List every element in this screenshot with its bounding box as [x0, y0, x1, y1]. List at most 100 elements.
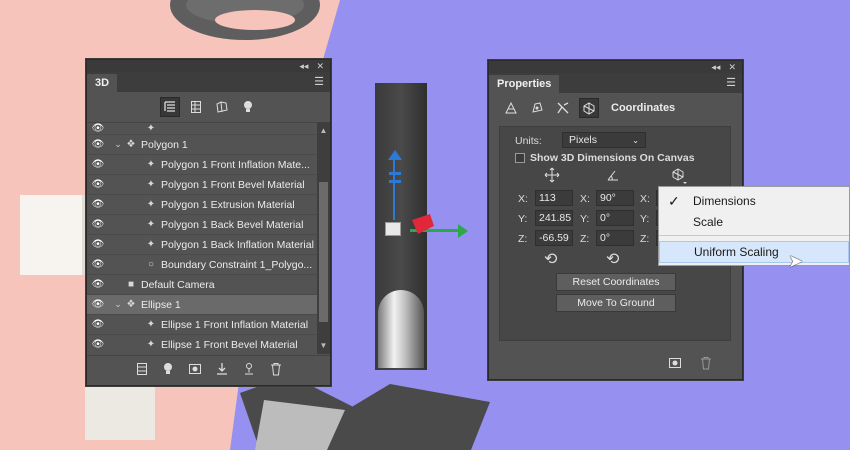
whole-scene-filter-icon[interactable]: [159, 97, 180, 117]
units-dropdown[interactable]: Pixels ⌄: [562, 132, 646, 148]
material-icon: ✦: [146, 319, 156, 330]
position-z-field[interactable]: -66.59: [535, 230, 573, 246]
deform-properties-icon[interactable]: [527, 98, 547, 118]
tab-properties[interactable]: Properties: [489, 75, 560, 93]
scale-y-label: Y:: [640, 213, 650, 225]
panel-menu-icon[interactable]: ☰: [726, 76, 736, 89]
layer-label: Polygon 1 Extrusion Material: [161, 198, 295, 211]
layer-row[interactable]: 👁 ✦ Polygon 1 Back Bevel Material: [87, 215, 317, 235]
meshes-filter-icon[interactable]: [186, 97, 206, 117]
show-dimensions-checkbox[interactable]: [515, 153, 525, 163]
visibility-eye-icon[interactable]: 👁: [87, 179, 109, 190]
rotation-z-label: Z:: [580, 233, 590, 245]
tab-3d[interactable]: 3D: [87, 74, 118, 92]
move-to-ground-button[interactable]: Move To Ground: [556, 294, 676, 312]
collapse-icon[interactable]: ◂◂: [711, 62, 720, 73]
add-constraint-icon[interactable]: [242, 362, 256, 379]
layer-label: Polygon 1 Back Bevel Material: [161, 218, 304, 231]
layer-row[interactable]: 👁 ○ Boundary Constraint 1_Polygo...: [87, 255, 317, 275]
materials-filter-icon[interactable]: [212, 97, 232, 117]
rotation-x-field[interactable]: 90°: [596, 190, 634, 206]
material-icon: ✦: [146, 219, 156, 230]
properties-iconbar: Coordinates: [489, 93, 742, 123]
layer-label: Ellipse 1: [141, 298, 181, 311]
visibility-eye-icon[interactable]: 👁: [87, 199, 109, 210]
scroll-up-icon[interactable]: ▲: [317, 126, 330, 135]
panel-topbar: ◂◂ ✕: [87, 60, 330, 72]
layer-list-scrollbar[interactable]: ▲ ▼: [317, 122, 330, 354]
panel-menu-icon[interactable]: ☰: [314, 75, 324, 88]
close-icon[interactable]: ✕: [728, 62, 736, 73]
layer-row[interactable]: 👁 ⌄ ❖ Ellipse 1: [87, 295, 317, 315]
add-light-icon[interactable]: [162, 362, 174, 379]
gizmo-z-arrow-icon[interactable]: [386, 150, 404, 190]
layer-label: Polygon 1 Front Bevel Material: [161, 178, 305, 191]
visibility-eye-icon[interactable]: 👁: [87, 279, 109, 290]
3d-panel-footer: [87, 355, 330, 385]
mesh-properties-icon[interactable]: [501, 98, 521, 118]
3d-shape-arc-inner: [215, 10, 295, 30]
layer-row[interactable]: 👁 ✦ Ellipse 1 Front Inflation Material: [87, 315, 317, 335]
position-z-label: Z:: [518, 233, 528, 245]
layer-row[interactable]: 👁 ✦: [87, 123, 317, 135]
drop-to-ground-icon[interactable]: [216, 362, 228, 379]
chevron-down-icon[interactable]: ⌄: [113, 299, 123, 310]
visibility-eye-icon[interactable]: 👁: [87, 219, 109, 230]
reset-rotation-icon[interactable]: ⟲: [606, 249, 619, 269]
menu-item-scale[interactable]: Scale: [659, 211, 849, 233]
layer-row[interactable]: 👁 ✦ Polygon 1 Front Inflation Mate...: [87, 155, 317, 175]
render-icon[interactable]: [668, 356, 682, 373]
rotation-y-field[interactable]: 0°: [596, 210, 634, 226]
visibility-eye-icon[interactable]: 👁: [87, 339, 109, 350]
layer-row[interactable]: 👁 ⌄ ❖ Polygon 1: [87, 135, 317, 155]
material-icon: ✦: [146, 239, 156, 250]
gizmo-x-arrow-icon[interactable]: [440, 222, 468, 240]
scroll-down-icon[interactable]: ▼: [317, 341, 330, 350]
visibility-eye-icon[interactable]: 👁: [87, 259, 109, 270]
layer-row[interactable]: 👁 ✦ Polygon 1 Back Inflation Material: [87, 235, 317, 255]
coordinates-properties-icon[interactable]: [579, 98, 599, 118]
scroll-thumb[interactable]: [319, 182, 328, 322]
layer-label: Ellipse 1 Front Inflation Material: [161, 318, 309, 331]
delete-icon[interactable]: [700, 356, 712, 373]
units-label: Units:: [515, 135, 542, 147]
layer-row[interactable]: 👁 ✦ Polygon 1 Extrusion Material: [87, 195, 317, 215]
menu-separator: [659, 235, 849, 236]
scene-layer-list[interactable]: 👁 ✦ 👁 ⌄ ❖ Polygon 1 👁 ✦ Polygon 1 Front Inflatio…: [87, 122, 317, 354]
position-x-field[interactable]: 113: [535, 190, 573, 206]
collapse-icon[interactable]: ◂◂: [299, 61, 308, 72]
visibility-eye-icon[interactable]: 👁: [87, 159, 109, 170]
visibility-eye-icon[interactable]: 👁: [87, 239, 109, 250]
delete-icon[interactable]: [270, 362, 282, 379]
layer-row[interactable]: 👁 ✦ Ellipse 1 Front Bevel Material: [87, 335, 317, 354]
visibility-eye-icon[interactable]: 👁: [87, 299, 109, 310]
show-dimensions-label: Show 3D Dimensions On Canvas: [530, 152, 695, 164]
rotation-y-label: Y:: [580, 213, 590, 225]
reset-position-icon[interactable]: ⟲: [544, 249, 557, 269]
visibility-eye-icon[interactable]: 👁: [87, 123, 109, 134]
layer-label: Boundary Constraint 1_Polygo...: [161, 258, 313, 271]
gizmo-y-arrow-icon[interactable]: [410, 212, 436, 238]
menu-item-dimensions[interactable]: ✓ Dimensions: [659, 190, 849, 212]
close-icon[interactable]: ✕: [316, 61, 324, 72]
3d-letter-shape: [20, 195, 90, 275]
add-mesh-icon[interactable]: [136, 362, 148, 379]
menu-item-uniform-scaling[interactable]: Uniform Scaling: [659, 241, 849, 263]
properties-footer: [668, 356, 712, 373]
layer-row[interactable]: 👁 ■ Default Camera: [87, 275, 317, 295]
cap-properties-icon[interactable]: [553, 98, 573, 118]
chevron-down-icon[interactable]: ⌄: [113, 139, 123, 150]
mesh-icon: ❖: [126, 139, 136, 150]
layer-row[interactable]: 👁 ✦ Polygon 1 Front Bevel Material: [87, 175, 317, 195]
menu-item-label: Scale: [693, 215, 724, 229]
visibility-eye-icon[interactable]: 👁: [87, 139, 109, 150]
reset-coordinates-button[interactable]: Reset Coordinates: [556, 273, 676, 291]
gizmo-scale-cube[interactable]: [385, 222, 401, 236]
render-icon[interactable]: [188, 362, 202, 379]
position-y-field[interactable]: 241.85: [535, 210, 573, 226]
rotation-z-field[interactable]: 0°: [596, 230, 634, 246]
move-icon: [544, 167, 560, 183]
visibility-eye-icon[interactable]: 👁: [87, 319, 109, 330]
scale-options-icon[interactable]: [670, 167, 688, 185]
lights-filter-icon[interactable]: [238, 97, 258, 117]
